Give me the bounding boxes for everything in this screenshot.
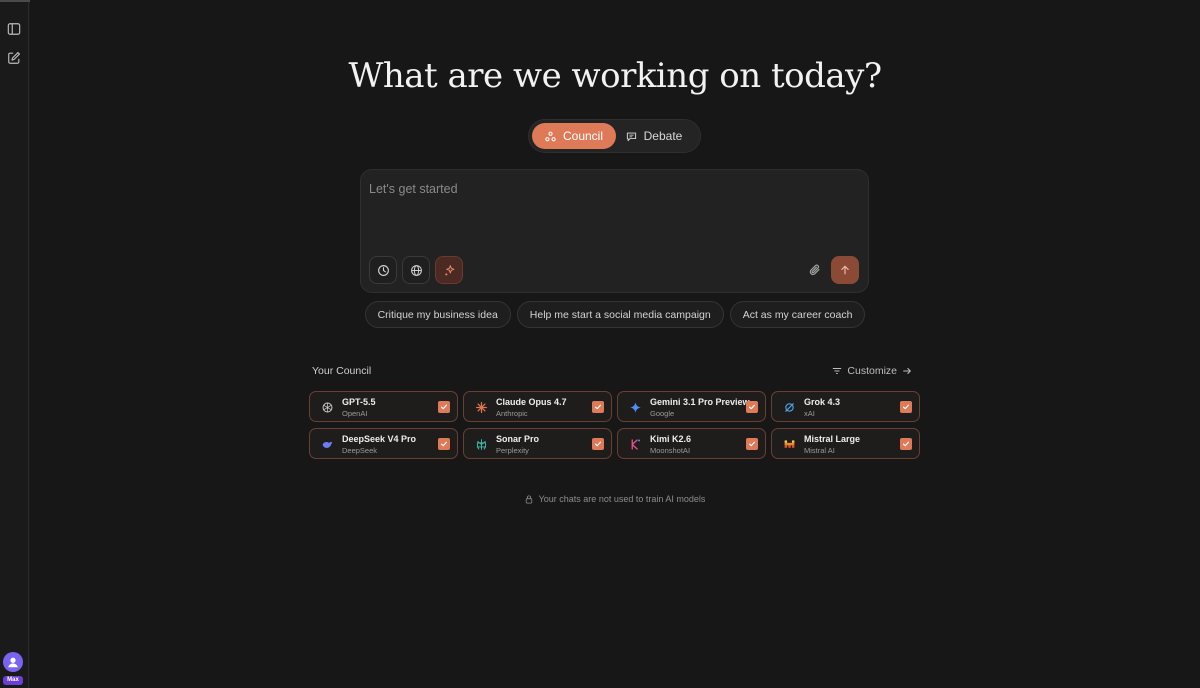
suggestion-chip[interactable]: Act as my career coach <box>729 301 866 328</box>
model-name: Sonar Pro <box>496 434 540 444</box>
gemini-icon <box>627 399 643 415</box>
suggestion-chips: Critique my business idea Help me start … <box>30 301 1200 328</box>
deepseek-icon <box>319 436 335 452</box>
arrow-up-icon <box>841 265 849 275</box>
privacy-text: Your chats are not used to train AI mode… <box>538 494 706 504</box>
lock-icon <box>525 495 532 504</box>
model-card-grok[interactable]: Grok 4.3 xAI <box>771 391 920 422</box>
model-card-gemini[interactable]: Gemini 3.1 Pro Preview Google <box>617 391 766 422</box>
check-icon <box>441 404 447 410</box>
send-button[interactable] <box>831 256 859 284</box>
paperclip-icon <box>809 264 820 275</box>
customize-label: Customize <box>847 365 897 377</box>
model-card-sonar[interactable]: Sonar Pro Perplexity <box>463 428 612 459</box>
model-vendor: Perplexity <box>496 446 529 455</box>
tab-debate-label: Debate <box>643 129 683 143</box>
model-card-gpt[interactable]: GPT-5.5 OpenAI <box>309 391 458 422</box>
toggle-sidebar-button[interactable] <box>5 20 23 38</box>
model-vendor: xAI <box>804 409 815 418</box>
check-icon <box>749 404 755 410</box>
model-checkbox[interactable] <box>746 401 758 413</box>
sidebar-panel-icon <box>7 23 21 35</box>
edit-icon <box>8 52 20 64</box>
model-vendor: Mistral AI <box>804 446 835 455</box>
model-name: Gemini 3.1 Pro Preview <box>650 397 750 407</box>
prompt-input[interactable] <box>369 182 859 242</box>
enhance-prompt-button[interactable] <box>435 256 463 284</box>
user-icon <box>8 657 18 668</box>
model-checkbox[interactable] <box>746 438 758 450</box>
tab-council[interactable]: Council <box>532 123 616 149</box>
model-checkbox[interactable] <box>592 401 604 413</box>
model-name: Grok 4.3 <box>804 397 841 407</box>
model-vendor: MoonshotAI <box>650 446 691 455</box>
arrow-right-icon <box>903 368 911 374</box>
filter-icon <box>833 368 842 374</box>
model-name: GPT-5.5 <box>342 397 376 407</box>
suggestion-chip[interactable]: Critique my business idea <box>364 301 511 328</box>
model-checkbox[interactable] <box>438 438 450 450</box>
privacy-note: Your chats are not used to train AI mode… <box>30 494 1200 504</box>
avatar <box>3 652 23 672</box>
check-icon <box>441 441 447 447</box>
model-vendor: Anthropic <box>496 409 528 418</box>
user-menu[interactable]: Max <box>2 652 24 686</box>
model-card-claude[interactable]: Claude Opus 4.7 Anthropic <box>463 391 612 422</box>
tab-council-label: Council <box>562 129 604 143</box>
attach-button[interactable] <box>803 258 827 282</box>
council-header: Your Council Customize <box>312 365 912 379</box>
globe-icon <box>410 264 422 276</box>
council-title: Your Council <box>312 365 372 377</box>
kimi-icon <box>627 436 643 452</box>
people-icon <box>545 131 556 141</box>
customize-button[interactable]: Customize <box>832 365 912 377</box>
grok-icon <box>781 399 797 415</box>
perplexity-icon <box>473 436 489 452</box>
model-name: Mistral Large <box>804 434 861 444</box>
sidebar: Max <box>0 2 29 688</box>
anthropic-icon <box>473 399 489 415</box>
prompt-composer <box>360 169 869 293</box>
openai-icon <box>319 399 335 415</box>
sparkle-icon <box>443 264 454 276</box>
model-checkbox[interactable] <box>900 401 912 413</box>
web-search-button[interactable] <box>402 256 430 284</box>
model-card-kimi[interactable]: Kimi K2.6 MoonshotAI <box>617 428 766 459</box>
model-name: Kimi K2.6 <box>650 434 692 444</box>
check-icon <box>903 404 909 410</box>
model-checkbox[interactable] <box>900 438 912 450</box>
check-icon <box>595 404 601 410</box>
user-badge: Max <box>3 676 23 685</box>
model-name: Claude Opus 4.7 <box>496 397 567 407</box>
new-chat-button[interactable] <box>5 49 23 67</box>
page-title: What are we working on today? <box>348 56 882 96</box>
model-checkbox[interactable] <box>592 438 604 450</box>
clock-icon <box>377 264 389 276</box>
model-checkbox[interactable] <box>438 401 450 413</box>
model-card-deepseek[interactable]: DeepSeek V4 Pro DeepSeek <box>309 428 458 459</box>
model-name: DeepSeek V4 Pro <box>342 434 417 444</box>
main-content: What are we working on today? Council De… <box>30 0 1200 688</box>
model-vendor: Google <box>650 409 675 418</box>
model-card-mistral[interactable]: Mistral Large Mistral AI <box>771 428 920 459</box>
check-icon <box>903 441 909 447</box>
tab-debate[interactable]: Debate <box>619 123 689 149</box>
model-vendor: OpenAI <box>342 409 368 418</box>
mode-toggle: Council Debate <box>528 119 701 153</box>
history-button[interactable] <box>369 256 397 284</box>
suggestion-chip[interactable]: Help me start a social media campaign <box>516 301 724 328</box>
check-icon <box>595 441 601 447</box>
check-icon <box>749 441 755 447</box>
model-vendor: DeepSeek <box>342 446 378 455</box>
chat-icon <box>626 132 636 141</box>
mistral-icon <box>781 436 797 452</box>
